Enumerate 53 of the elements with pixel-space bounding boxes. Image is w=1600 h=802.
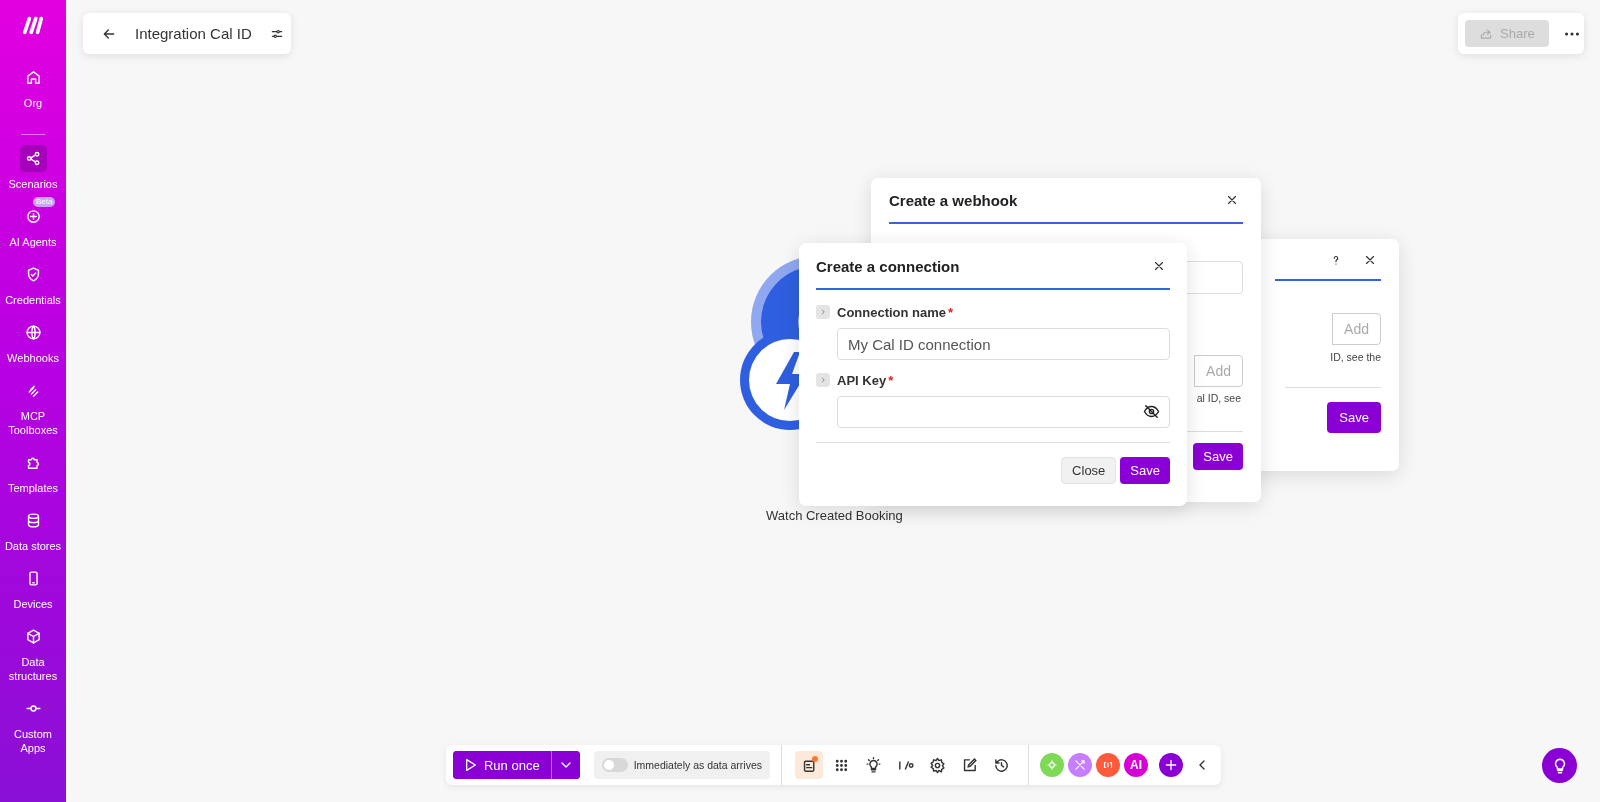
close-icon [1152,259,1166,273]
gear-icon [928,756,946,774]
plus-icon [1163,757,1179,773]
required-mark: * [888,372,894,388]
sidebar-item[interactable]: Credentials [0,259,66,307]
app-icon[interactable] [1096,753,1120,777]
eye-off-icon [1143,403,1160,420]
field-label: API Key [837,372,887,388]
field-label: Connection name [837,304,947,320]
cube-icon [24,628,42,645]
module-label: Watch Created Booking [766,508,903,523]
save-button[interactable]: Save [1327,402,1381,433]
add-app-button[interactable] [1159,753,1183,777]
share-nodes-icon [24,150,42,167]
globe-icon [24,324,42,341]
input-field[interactable] [837,396,1170,428]
close-icon [1363,253,1377,267]
run-once-button[interactable]: Run once [452,751,552,779]
schedule-label: Immediately as data arrives [633,759,762,771]
dialog-title: Create a connection [816,257,960,275]
notification-dot [812,756,818,762]
toolbar-button[interactable] [795,751,823,779]
sidebar-item[interactable]: Data structures [0,621,66,683]
sidebar-item[interactable]: Custom Apps [0,693,66,755]
scenario-title: Integration Cal ID [135,25,252,42]
sidebar-item[interactable]: Scenarios [0,143,66,191]
close-button[interactable]: Close [1061,457,1117,484]
required-mark: * [948,304,954,320]
sidebar-item[interactable]: Devices [0,563,66,611]
help-text: al ID, see [1196,392,1241,404]
toggle-switch[interactable] [601,758,628,772]
share-icon [1479,26,1493,41]
more-icon [1564,31,1579,36]
sidebar-item[interactable]: Org [0,62,66,110]
sparkle-plus-icon [24,208,42,225]
logo-icon [20,14,46,36]
history-icon [992,756,1010,774]
dialog-title: Create a webhook [889,191,1018,209]
app-icon[interactable] [1068,753,1092,777]
lightbulb-icon [864,756,882,774]
home-icon [24,69,42,86]
help-text: ID, see the [1330,351,1381,363]
beta-badge: Beta [33,197,56,207]
sidebar-item[interactable]: Webhooks [0,317,66,365]
sidebar-item[interactable]: Templates [0,447,66,495]
close-icon [1225,193,1239,207]
sidebar-item[interactable]: Data stores [0,505,66,553]
app-button[interactable]: AI [1124,753,1148,777]
sidebar-item[interactable]: MCP Toolboxes [0,375,66,437]
input-field[interactable]: My Cal ID connection [837,328,1170,360]
tips-button[interactable] [1542,748,1577,783]
save-button[interactable]: Save [1193,443,1243,470]
save-button[interactable]: Save [1120,457,1170,484]
